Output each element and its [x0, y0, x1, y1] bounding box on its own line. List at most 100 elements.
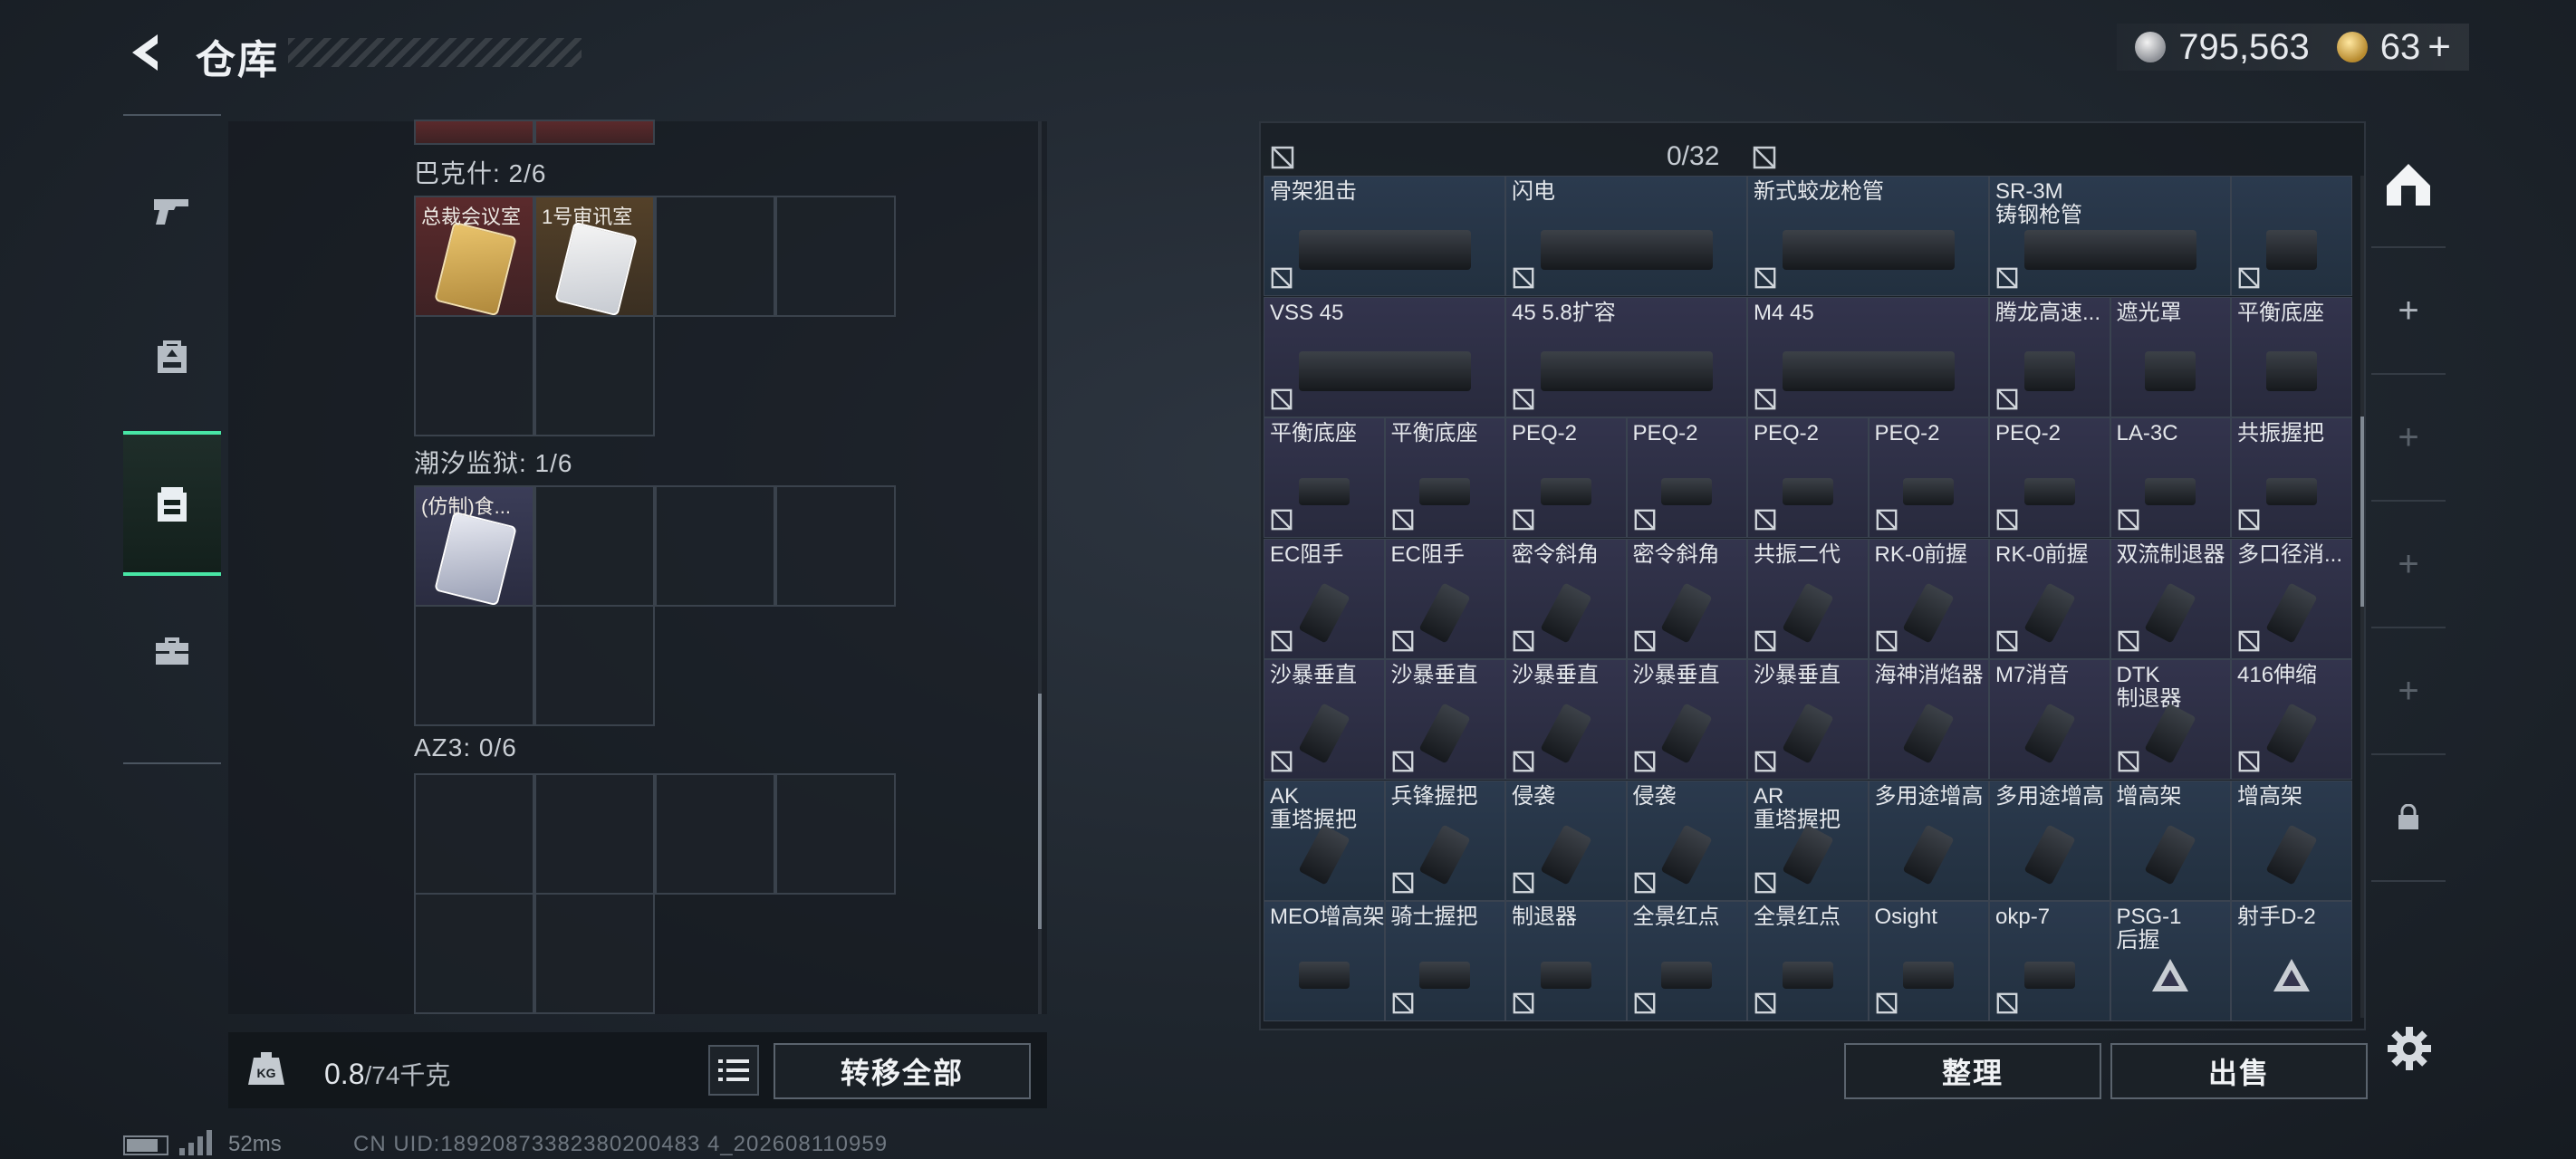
inventory-item[interactable]: 沙暴垂直 [1626, 659, 1747, 780]
inventory-item[interactable]: 多口径消... [2231, 538, 2352, 659]
sell-button[interactable]: 出售 [2110, 1043, 2368, 1099]
room-storage-panel[interactable]: 巴克什: 2/6 总裁会议室 1号审讯室 潮汐监狱: 1/6 (仿制)食... … [228, 120, 1047, 1014]
inventory-item[interactable]: RK-0前握 [1989, 538, 2110, 659]
inventory-item[interactable]: 闪电 [1505, 176, 1747, 296]
empty-slot[interactable] [655, 773, 775, 895]
empty-slot[interactable] [534, 893, 655, 1014]
inventory-item[interactable]: EC阻手 [1384, 538, 1505, 659]
settings-gear-icon[interactable] [2384, 1023, 2435, 1074]
inventory-item[interactable]: DTK 制退器 [2110, 659, 2231, 780]
empty-slot[interactable] [534, 773, 655, 895]
inventory-item[interactable]: LA-3C [2110, 417, 2231, 538]
item-image [1298, 962, 1350, 990]
inventory-item[interactable]: PEQ-2 [1868, 417, 1989, 538]
inventory-item[interactable]: 侵袭 [1505, 780, 1627, 901]
inventory-item[interactable]: PEQ-2 [1989, 417, 2110, 538]
item-image [1418, 582, 1471, 644]
inventory-item[interactable]: 骨架狙击 [1264, 176, 1505, 296]
inventory-item[interactable]: SR-3M 铸钢枪管 [1989, 176, 2231, 296]
list-view-button[interactable] [708, 1045, 759, 1096]
empty-slot[interactable] [775, 196, 896, 317]
inventory-item[interactable]: MEO增高架 [1264, 901, 1385, 1021]
empty-slot[interactable] [414, 773, 534, 895]
empty-slot[interactable] [414, 315, 534, 436]
inventory-item[interactable]: 增高架 [2110, 780, 2231, 901]
inventory-item[interactable]: 共振二代 [1747, 538, 1869, 659]
inventory-item[interactable]: 平衡底座 [2231, 296, 2352, 417]
tab-storage[interactable] [123, 431, 221, 576]
inventory-item[interactable]: 射手D-2 [2231, 901, 2352, 1021]
inventory-item[interactable]: okp-7 [1989, 901, 2110, 1021]
inventory-item[interactable]: 沙暴垂直 [1505, 659, 1627, 780]
inventory-item[interactable]: 侵袭 [1626, 780, 1747, 901]
inventory-item[interactable]: 密令斜角 [1626, 538, 1747, 659]
item-image [1419, 478, 1471, 506]
inventory-item[interactable]: 兵锋握把 [1384, 780, 1505, 901]
inventory-item[interactable]: PEQ-2 [1505, 417, 1627, 538]
inventory-grid[interactable]: 骨架狙击 闪电 新式蛟龙枪管 SR-3M 铸钢枪管 VSS 45 45 5.8扩容 M4 4… [1264, 176, 2360, 1021]
inventory-item[interactable]: AR 重塔握把 [1747, 780, 1869, 901]
inventory-item[interactable]: 腾龙高速... [1989, 296, 2110, 417]
inventory-item[interactable]: 45 5.8扩容 [1505, 296, 1747, 417]
left-scrollbar-thumb[interactable] [1038, 694, 1042, 929]
inventory-item[interactable]: 密令斜角 [1505, 538, 1627, 659]
inventory-item[interactable]: 416伸缩 [2231, 659, 2352, 780]
inventory-item[interactable]: 制退器 [1505, 901, 1627, 1021]
empty-slot[interactable] [534, 315, 655, 436]
empty-slot[interactable] [534, 485, 655, 607]
add-slot-button[interactable]: + [2371, 628, 2446, 755]
inventory-item[interactable]: 沙暴垂直 [1384, 659, 1505, 780]
inventory-item[interactable]: 沙暴垂直 [1264, 659, 1385, 780]
empty-slot[interactable] [775, 773, 896, 895]
organize-button[interactable]: 整理 [1844, 1043, 2101, 1099]
right-scrollbar-thumb[interactable] [2360, 417, 2364, 607]
tab-weapons[interactable] [123, 138, 221, 283]
add-currency-button[interactable]: + [2427, 24, 2451, 70]
inventory-item[interactable]: AK 重塔握把 [1264, 780, 1385, 901]
no-alter-icon [1271, 267, 1293, 289]
empty-slot[interactable] [775, 485, 896, 607]
empty-slot[interactable] [414, 605, 534, 726]
inventory-item[interactable]: 共振握把 [2231, 417, 2352, 538]
transfer-all-button[interactable]: 转移全部 [774, 1043, 1031, 1099]
add-slot-button[interactable]: + [2371, 375, 2446, 502]
inventory-item[interactable]: 沙暴垂直 [1747, 659, 1869, 780]
keycard-slot[interactable]: 1号审讯室 [534, 196, 655, 317]
inventory-item[interactable]: PEQ-2 [1747, 417, 1869, 538]
inventory-item[interactable]: 双流制退器 [2110, 538, 2231, 659]
inventory-item[interactable]: 新式蛟龙枪管 [1747, 176, 1989, 296]
inventory-item[interactable]: 多用途增高 [1868, 780, 1989, 901]
keycard-slot[interactable]: 总裁会议室 [414, 196, 534, 317]
slot-home[interactable] [2371, 121, 2446, 248]
inventory-item[interactable]: RK-0前握 [1868, 538, 1989, 659]
inventory-item[interactable]: 骑士握把 [1384, 901, 1505, 1021]
empty-slot[interactable] [534, 605, 655, 726]
inventory-item[interactable]: 遮光罩 [2110, 296, 2231, 417]
inventory-item[interactable]: EC阻手 [1264, 538, 1385, 659]
inventory-item[interactable]: M4 45 [1747, 296, 1989, 417]
back-arrow-icon[interactable] [118, 25, 172, 80]
inventory-item[interactable]: 海神消焰器 [1868, 659, 1989, 780]
inventory-item[interactable]: PEQ-2 [1626, 417, 1747, 538]
inventory-item[interactable]: 增高架 [2231, 780, 2352, 901]
empty-slot[interactable] [414, 893, 534, 1014]
inventory-item[interactable]: Osight [1868, 901, 1989, 1021]
empty-slot[interactable] [655, 485, 775, 607]
inventory-item[interactable]: VSS 45 [1264, 296, 1505, 417]
locked-slot[interactable] [2371, 755, 2446, 882]
inventory-item[interactable]: 平衡底座 [1384, 417, 1505, 538]
inventory-item[interactable]: 多用途增高 [1989, 780, 2110, 901]
add-slot-button[interactable]: + [2371, 502, 2446, 628]
tab-backpack[interactable] [123, 283, 221, 427]
add-slot-button[interactable]: + [2371, 248, 2446, 375]
inventory-item[interactable]: PSG-1 后握 [2110, 901, 2231, 1021]
empty-slot[interactable] [655, 196, 775, 317]
item-image [1782, 962, 1833, 990]
keycard-slot[interactable]: (仿制)食... [414, 485, 534, 607]
inventory-item[interactable] [2231, 176, 2352, 296]
inventory-item[interactable]: 全景红点 [1626, 901, 1747, 1021]
inventory-item[interactable]: M7消音 [1989, 659, 2110, 780]
tab-toolbox[interactable] [123, 578, 221, 723]
inventory-item[interactable]: 全景红点 [1747, 901, 1869, 1021]
inventory-item[interactable]: 平衡底座 [1264, 417, 1385, 538]
